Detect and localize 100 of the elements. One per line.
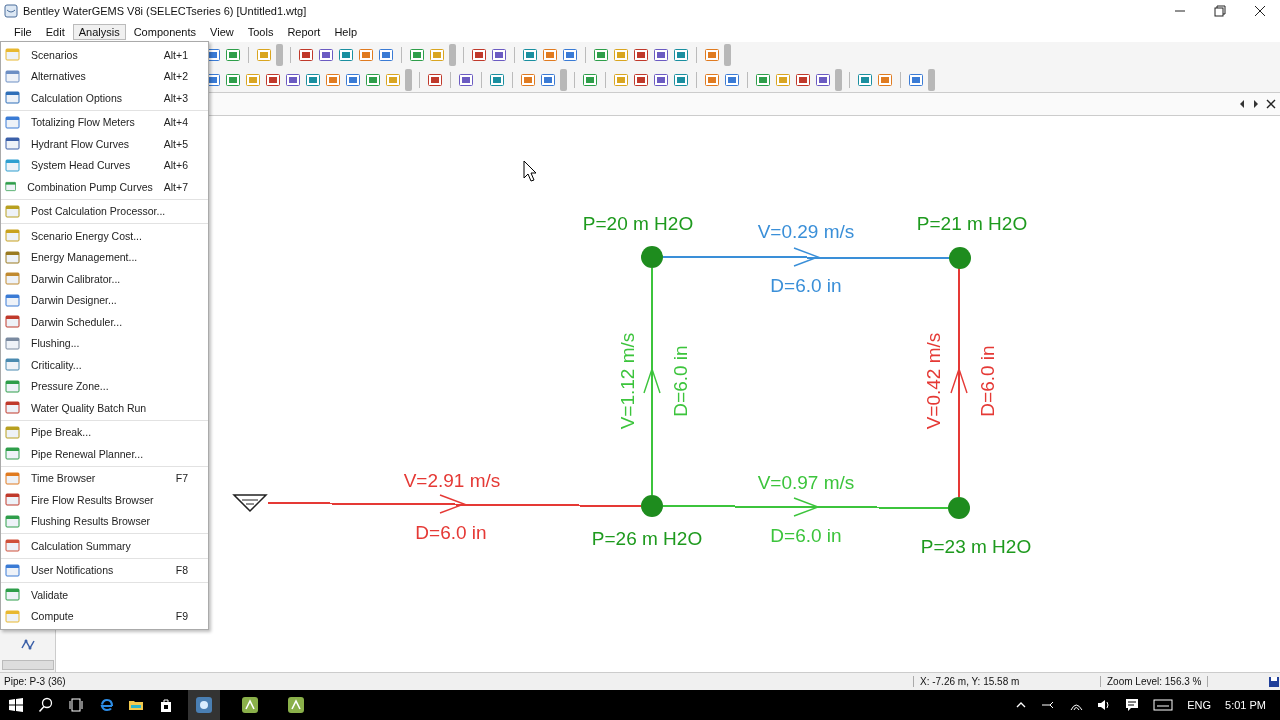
task-view-icon[interactable]	[68, 697, 84, 713]
toolbar-icon[interactable]	[345, 71, 361, 88]
junction-node	[641, 495, 663, 517]
toolbar-icon[interactable]	[325, 71, 341, 88]
menu-item[interactable]: View	[204, 24, 240, 40]
menu-item[interactable]: Scenario Energy Cost...	[1, 225, 208, 247]
toolbar-icon[interactable]	[704, 46, 720, 63]
toolbar-icon[interactable]	[795, 71, 811, 88]
app-icon[interactable]	[195, 696, 213, 714]
window-icon	[5, 357, 20, 373]
language-indicator[interactable]: ENG	[1187, 699, 1212, 711]
toolbar-icon[interactable]	[582, 71, 598, 88]
menu-item[interactable]: Pipe Renewal Planner...	[1, 443, 208, 465]
scroll-left-icon[interactable]	[1238, 99, 1246, 109]
menu-item[interactable]: Post Calculation Processor...	[1, 200, 208, 222]
menu-item[interactable]: Report	[281, 24, 327, 40]
toolbar-icon[interactable]	[673, 46, 689, 63]
window-icon	[5, 271, 20, 287]
toolbar-icon[interactable]	[409, 46, 425, 63]
toolbar-icon[interactable]	[857, 71, 873, 88]
toolbar-icon[interactable]	[877, 71, 893, 88]
toolbar-icon[interactable]	[489, 71, 505, 88]
toolbar-icon[interactable]	[338, 46, 354, 63]
menu-item[interactable]: Components	[127, 24, 203, 40]
toolbar-icon[interactable]	[471, 46, 487, 63]
toolbar-icon[interactable]	[593, 46, 609, 63]
menu-item[interactable]: Tools	[241, 24, 280, 40]
clock[interactable]: 5:01 PM	[1225, 699, 1266, 711]
browser-icon[interactable]	[98, 697, 114, 713]
menu-item[interactable]: Darwin Designer...	[1, 289, 208, 311]
toolbar-icon[interactable]	[378, 46, 394, 63]
toolbar-icon[interactable]	[491, 46, 507, 63]
toolbar-icon[interactable]	[522, 46, 538, 63]
toolbar-icon[interactable]	[520, 71, 536, 88]
menu-item[interactable]: Edit	[39, 24, 71, 40]
menu-item[interactable]: Time Browser F7	[1, 467, 208, 489]
menu-item[interactable]: System Head Curves Alt+6	[1, 154, 208, 176]
scroll-right-icon[interactable]	[1252, 99, 1260, 109]
menu-item[interactable]: Hydrant Flow Curves Alt+5	[1, 133, 208, 155]
toolbar-icon[interactable]	[704, 71, 720, 88]
toolbar-icon[interactable]	[724, 71, 740, 88]
app-icon[interactable]	[241, 696, 259, 714]
close-icon[interactable]	[1254, 5, 1266, 17]
menu-item[interactable]: Pipe Break...	[1, 421, 208, 443]
volume-icon[interactable]	[1097, 699, 1112, 711]
search-icon[interactable]	[38, 697, 54, 713]
toolbar-icon[interactable]	[318, 46, 334, 63]
menu-item[interactable]: User Notifications F8	[1, 559, 208, 581]
app-icon[interactable]	[287, 696, 305, 714]
menu-item[interactable]: Fire Flow Results Browser	[1, 489, 208, 511]
toolbar-icon[interactable]	[458, 71, 474, 88]
toolbar-icon[interactable]	[815, 71, 831, 88]
close-icon[interactable]	[1266, 99, 1276, 109]
save-icon[interactable]	[1268, 675, 1280, 688]
menu-item[interactable]: File	[8, 24, 38, 40]
menu-item[interactable]: Energy Management...	[1, 246, 208, 268]
menu-item[interactable]: Flushing Results Browser	[1, 510, 208, 532]
window-icon	[5, 136, 20, 152]
toolbar-icon[interactable]	[653, 71, 669, 88]
toolbar-icon[interactable]	[285, 71, 301, 88]
start-icon[interactable]	[8, 697, 24, 713]
toolbar-icon[interactable]	[225, 71, 241, 88]
notification-icon[interactable]	[1125, 698, 1140, 712]
toolbar-icon[interactable]	[633, 71, 649, 88]
toolbar-icon[interactable]	[305, 71, 321, 88]
scrollbar[interactable]	[1, 660, 54, 670]
store-icon[interactable]	[158, 697, 174, 713]
menu-item[interactable]: Calculation Summary	[1, 535, 208, 557]
toolbar-icon[interactable]	[755, 71, 771, 88]
toolbar-icon[interactable]	[358, 46, 374, 63]
toolbar-icon[interactable]	[673, 71, 689, 88]
menu-item[interactable]: Pressure Zone...	[1, 375, 208, 397]
keyboard-icon[interactable]	[1153, 699, 1174, 711]
toolbar-icon[interactable]	[633, 46, 649, 63]
restore-icon[interactable]	[1214, 5, 1226, 17]
toolbar-icon[interactable]	[542, 46, 558, 63]
menu-item[interactable]: Validate	[1, 584, 208, 606]
menu-item[interactable]: Alternatives Alt+2	[1, 65, 208, 87]
menu-item[interactable]: Darwin Calibrator...	[1, 268, 208, 290]
menu-item[interactable]: Totalizing Flow Meters Alt+4	[1, 111, 208, 133]
menu-item[interactable]: Help	[328, 24, 364, 40]
junction-node	[948, 497, 970, 519]
toolbar-icon[interactable]	[298, 46, 314, 63]
menu-item[interactable]: Combination Pump Curves Alt+7	[1, 176, 208, 198]
toolbar-icon[interactable]	[365, 71, 381, 88]
toolbar-icon[interactable]	[265, 71, 281, 88]
menu-item[interactable]: Water Quality Batch Run	[1, 397, 208, 419]
menu-item[interactable]: Analysis	[72, 24, 126, 40]
menu-item[interactable]: Scenarios Alt+1	[1, 44, 208, 66]
menu-item[interactable]: Darwin Scheduler...	[1, 311, 208, 333]
menu-item[interactable]: Criticality...	[1, 354, 208, 376]
toolbar-icon[interactable]	[653, 46, 669, 63]
menu-item[interactable]: Compute F9	[1, 605, 208, 627]
toolbar-icon[interactable]	[225, 46, 241, 63]
menu-item[interactable]: Calculation Options Alt+3	[1, 87, 208, 109]
menu-item[interactable]: Flushing...	[1, 332, 208, 354]
toolbar-icon[interactable]	[908, 71, 924, 88]
toolbar-icon[interactable]	[427, 71, 443, 88]
toolbar-icon[interactable]	[540, 71, 556, 88]
toolbar-icon[interactable]	[562, 46, 578, 63]
